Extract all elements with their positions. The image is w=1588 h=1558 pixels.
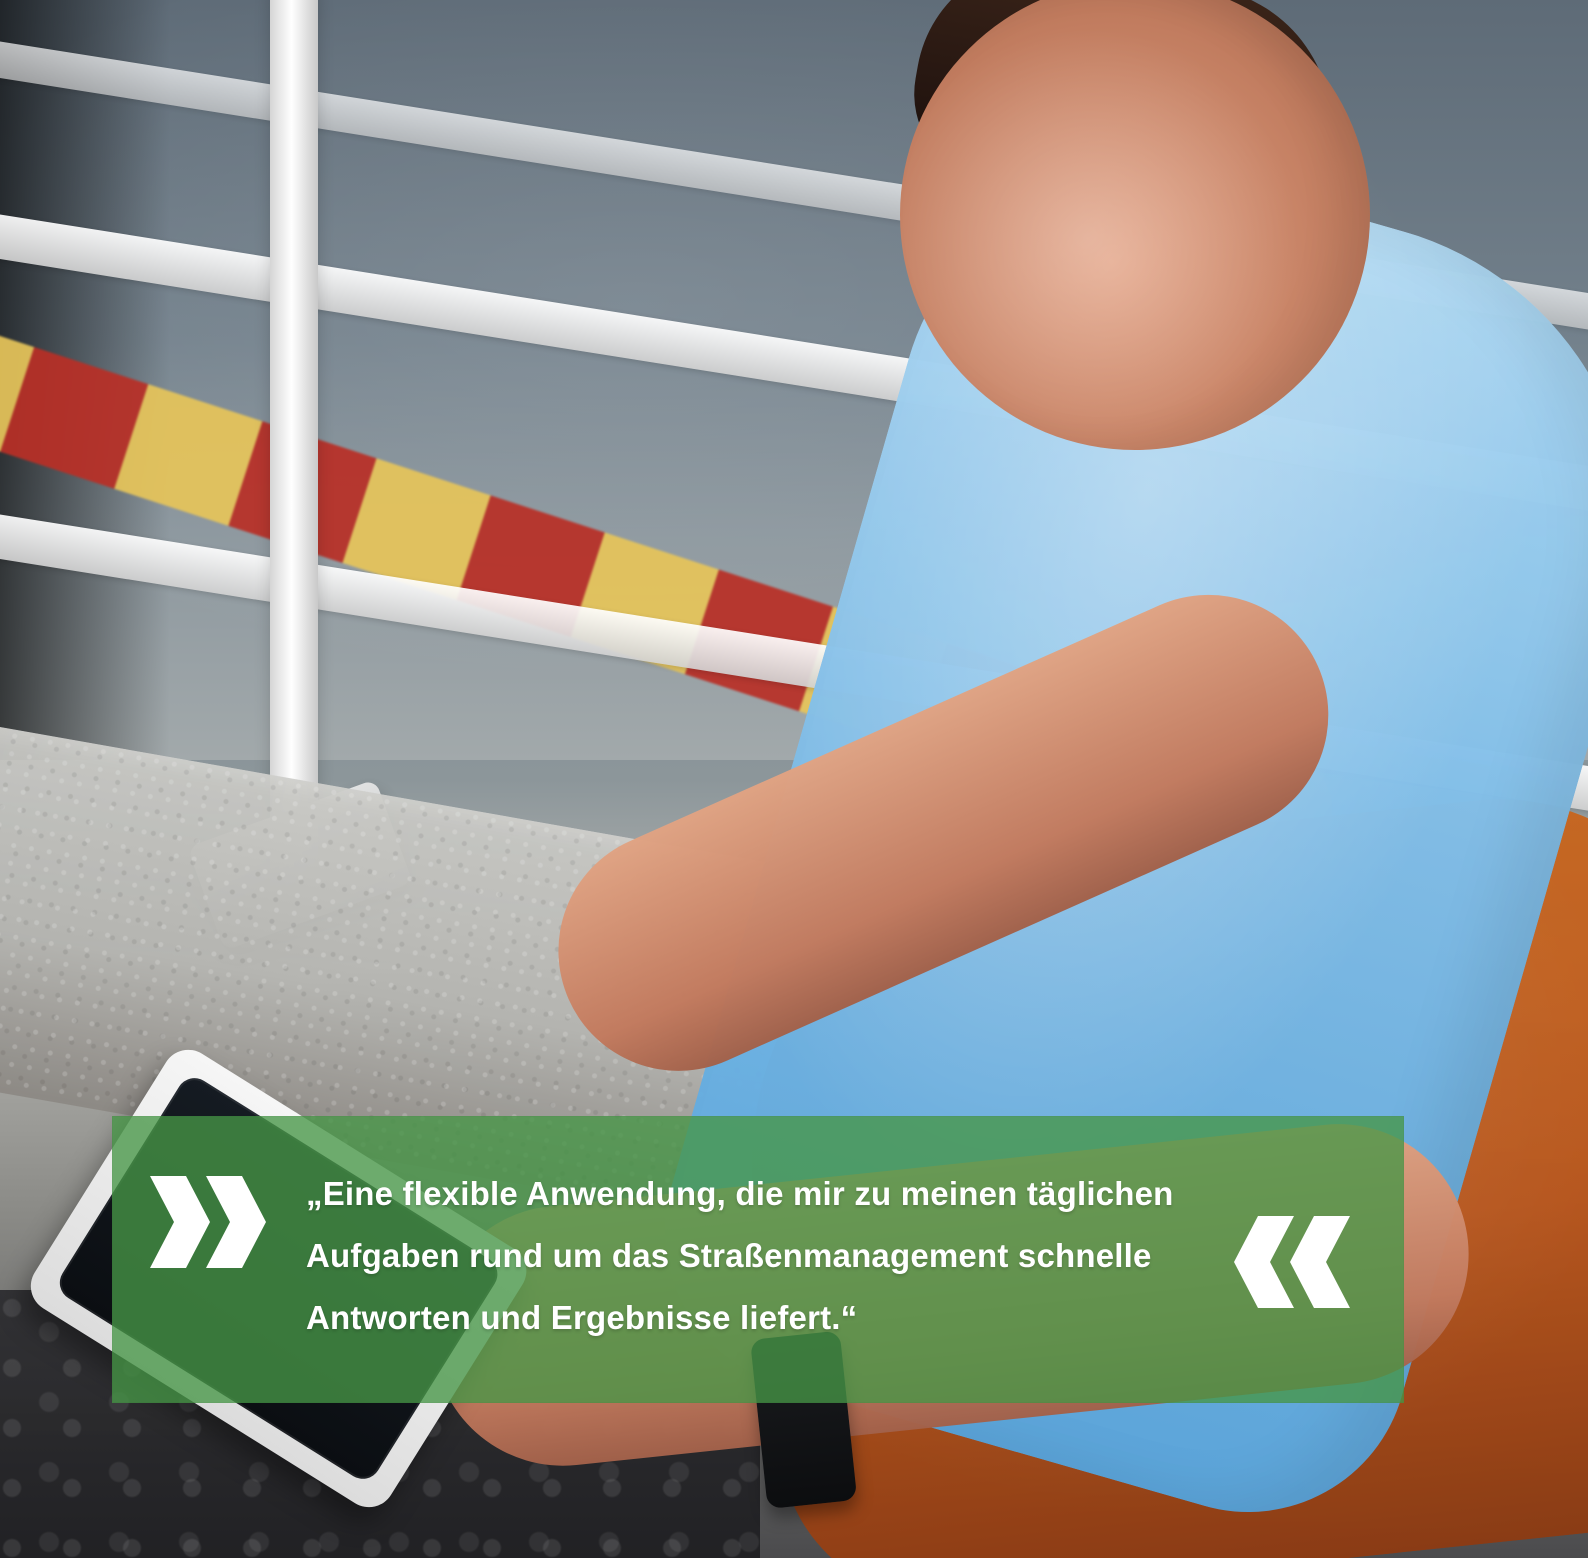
- quote-line-3: Antworten und Ergebnisse liefert.“: [306, 1299, 858, 1336]
- hero-photo: „Eine flexible Anwendung, die mir zu mei…: [0, 0, 1588, 1558]
- quote-line-2: Aufgaben rund um das Straßenmanagement s…: [306, 1237, 1152, 1274]
- double-chevron-right-icon: [144, 1166, 270, 1278]
- person-head: [900, 0, 1370, 450]
- quote-line-1: „Eine flexible Anwendung, die mir zu mei…: [306, 1175, 1174, 1212]
- quote-text: „Eine flexible Anwendung, die mir zu mei…: [306, 1163, 1206, 1349]
- guard-rail-post: [270, 0, 318, 900]
- double-chevron-left-icon: [1230, 1206, 1356, 1318]
